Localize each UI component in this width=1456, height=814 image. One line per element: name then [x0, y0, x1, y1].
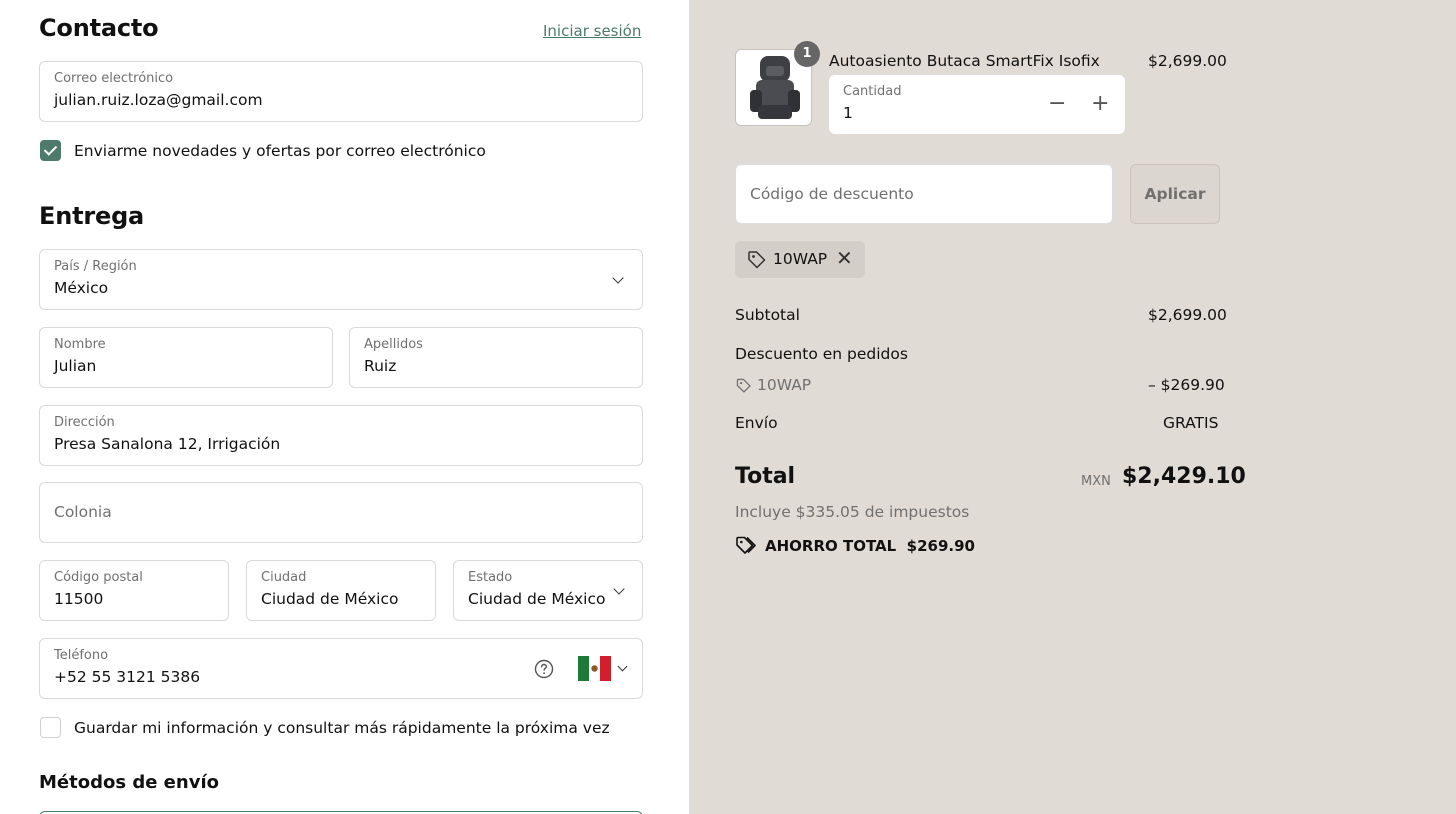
city-label: Ciudad	[261, 570, 307, 585]
save-info-checkbox[interactable]	[40, 717, 61, 738]
order-discount-code: 10WAP	[757, 376, 812, 394]
apply-discount-button[interactable]: Aplicar	[1130, 164, 1220, 224]
applied-discount-code: 10WAP	[773, 250, 828, 268]
order-discount-value: – $269.90	[1148, 376, 1225, 394]
total-savings: AHORRO TOTAL $269.90	[765, 537, 975, 555]
mexico-flag-icon[interactable]	[578, 656, 611, 681]
state-value: Ciudad de México	[468, 590, 606, 608]
phone-value: +52 55 3121 5386	[54, 668, 201, 686]
chevron-down-icon	[613, 583, 625, 595]
newsletter-label: Enviarme novedades y ofertas por correo …	[74, 142, 486, 160]
product-name: Autoasiento Butaca SmartFix Isofix	[829, 52, 1100, 70]
postal-code-label: Código postal	[54, 570, 143, 585]
subtotal-label: Subtotal	[735, 306, 800, 324]
first-name-value: Julian	[54, 357, 97, 375]
colonia-placeholder: Colonia	[54, 503, 112, 521]
quantity-stepper: Cantidad 1 − +	[829, 75, 1125, 134]
total-savings-value: $269.90	[906, 537, 975, 555]
currency-code: MXN	[1081, 474, 1111, 489]
shipping-methods-title: Métodos de envío	[39, 772, 219, 793]
last-name-field[interactable]: Apellidos Ruiz	[349, 327, 643, 388]
remove-discount-icon[interactable]: ✕	[836, 246, 853, 270]
last-name-value: Ruiz	[364, 357, 397, 375]
increase-quantity-button[interactable]: +	[1091, 93, 1109, 115]
city-value: Ciudad de México	[261, 590, 399, 608]
address-field[interactable]: Dirección Presa Sanalona 12, Irrigación	[39, 405, 643, 466]
order-discount-label: Descuento en pedidos	[735, 345, 908, 363]
login-link[interactable]: Iniciar sesión	[543, 22, 641, 40]
taxes-note: Incluye $335.05 de impuestos	[735, 503, 970, 521]
discount-code-input[interactable]: Código de descuento	[735, 164, 1113, 224]
product-price: $2,699.00	[1148, 52, 1227, 70]
shipping-label: Envío	[735, 414, 778, 432]
country-select[interactable]: País / Región México	[39, 249, 643, 310]
chevron-down-icon[interactable]	[617, 661, 628, 672]
first-name-label: Nombre	[54, 337, 106, 352]
tag-icon	[736, 378, 751, 393]
state-select[interactable]: Estado Ciudad de México	[453, 560, 643, 621]
phone-field[interactable]: Teléfono +52 55 3121 5386	[39, 638, 643, 699]
quantity-badge: 1	[794, 41, 820, 67]
colonia-field[interactable]: Colonia	[39, 482, 643, 543]
phone-label: Teléfono	[54, 648, 109, 663]
address-value: Presa Sanalona 12, Irrigación	[54, 435, 281, 453]
city-field[interactable]: Ciudad Ciudad de México	[246, 560, 436, 621]
applied-discount-chip: 10WAP ✕	[735, 241, 865, 278]
first-name-field[interactable]: Nombre Julian	[39, 327, 333, 388]
total-label: Total	[735, 464, 796, 489]
country-value: México	[54, 279, 109, 297]
question-circle-icon[interactable]	[534, 659, 554, 679]
postal-code-value: 11500	[54, 590, 104, 608]
discount-code-placeholder: Código de descuento	[750, 185, 914, 203]
address-label: Dirección	[54, 415, 115, 430]
total-value: $2,429.10	[1122, 464, 1246, 489]
checkout-form-panel: Contacto Iniciar sesión Correo electróni…	[0, 0, 689, 814]
postal-code-field[interactable]: Código postal 11500	[39, 560, 229, 621]
email-label: Correo electrónico	[54, 71, 174, 86]
save-info-label: Guardar mi información y consultar más r…	[74, 719, 610, 737]
chevron-down-icon	[612, 272, 624, 284]
savings-tag-icon	[736, 536, 756, 554]
decrease-quantity-button[interactable]: −	[1048, 93, 1066, 115]
last-name-label: Apellidos	[364, 337, 423, 352]
subtotal-value: $2,699.00	[1148, 306, 1227, 324]
state-label: Estado	[468, 570, 513, 585]
contact-title: Contacto	[39, 14, 159, 42]
tag-icon	[748, 251, 766, 269]
email-value: julian.ruiz.loza@gmail.com	[54, 91, 263, 109]
delivery-title: Entrega	[39, 202, 145, 230]
quantity-value[interactable]: 1	[843, 104, 853, 122]
email-field[interactable]: Correo electrónico julian.ruiz.loza@gmai…	[39, 61, 643, 122]
quantity-label: Cantidad	[843, 84, 902, 99]
country-label: País / Región	[54, 259, 137, 274]
newsletter-checkbox[interactable]	[40, 140, 61, 161]
total-savings-label: AHORRO TOTAL	[765, 537, 897, 555]
shipping-value: GRATIS	[1163, 414, 1219, 432]
